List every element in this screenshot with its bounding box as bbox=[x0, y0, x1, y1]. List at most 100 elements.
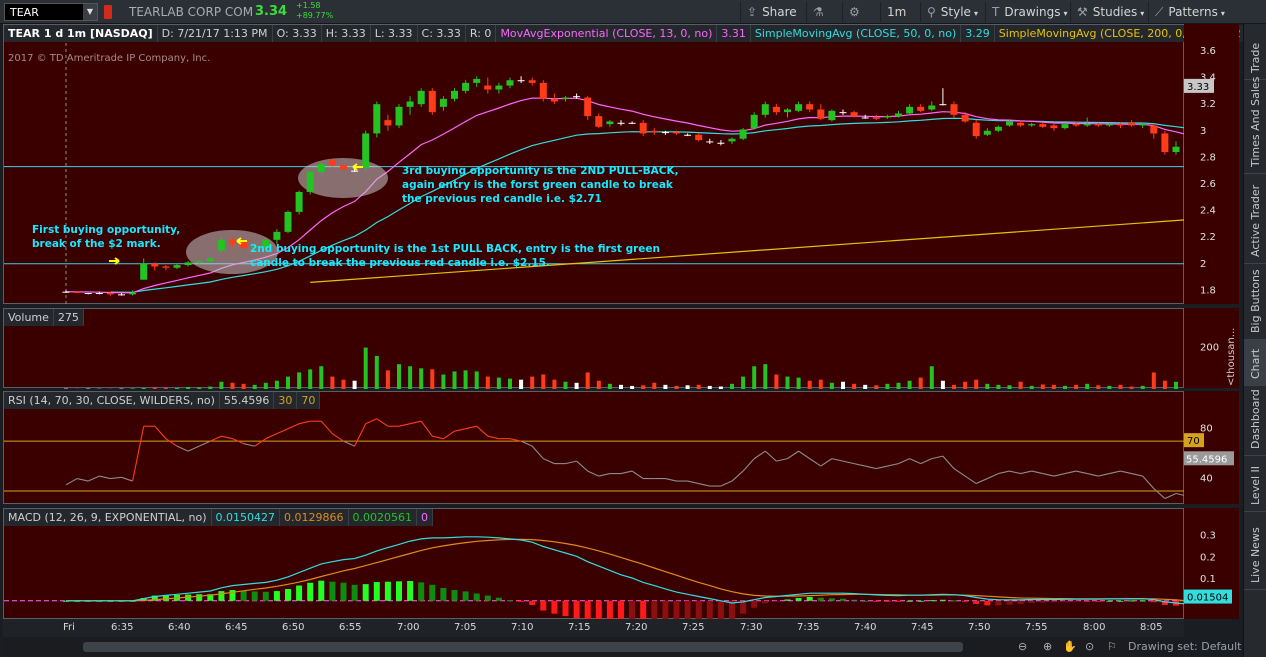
zoom-out-icon[interactable]: ⊖ bbox=[1018, 640, 1027, 653]
price-panel[interactable]: TEAR 1 d 1m [NASDAQ] D: 7/21/17 1:13 PM … bbox=[3, 24, 1246, 305]
macd-hist-bar bbox=[817, 597, 824, 601]
flag-icon[interactable] bbox=[104, 5, 112, 19]
chevron-down-icon: ▾ bbox=[1063, 9, 1068, 18]
side-tab-label: Trade bbox=[1249, 42, 1262, 73]
side-tab-times-and-sales[interactable]: Times And Sales bbox=[1244, 77, 1266, 174]
volume-bar bbox=[374, 355, 379, 389]
rsi-label[interactable]: RSI (14, 70, 30, CLOSE, WILDERS, no) bbox=[4, 392, 220, 409]
volume-chart[interactable] bbox=[4, 309, 1185, 389]
rsi-segment bbox=[975, 478, 988, 485]
price-axis[interactable]: 3.6 3.4 3.2 3 2.8 2.6 2.4 2.2 2 1.8 3.33 bbox=[1184, 24, 1239, 304]
rsi-segment bbox=[798, 450, 811, 460]
time-axis[interactable]: Fri 6:35 6:40 6:45 6:50 6:55 7:00 7:05 7:10 7:15 7… bbox=[3, 619, 1184, 637]
chevron-down-icon: ▾ bbox=[973, 9, 978, 18]
candle-body bbox=[162, 266, 170, 268]
candle-body bbox=[784, 109, 791, 113]
macd-hist-bar bbox=[551, 600, 558, 614]
flask-button[interactable]: ⚗ bbox=[806, 2, 838, 22]
side-tab-active-trader[interactable]: Active Trader bbox=[1244, 174, 1266, 264]
rsi-segment bbox=[465, 425, 477, 430]
macd-hist-bar bbox=[462, 591, 469, 601]
macd-panel[interactable]: MACD (12, 26, 9, EXPONENTIAL, no) 0.0150… bbox=[3, 508, 1185, 620]
side-tab-trade[interactable]: Trade bbox=[1244, 24, 1266, 80]
volume-bar bbox=[752, 366, 757, 389]
target-icon[interactable]: ⊙ bbox=[1085, 640, 1094, 653]
macd-hist-bar bbox=[717, 600, 724, 620]
volume-bar bbox=[274, 380, 279, 389]
candle-body bbox=[1094, 124, 1102, 126]
candle-body bbox=[839, 112, 847, 114]
rsi-axis[interactable]: 80 40 70 55.4596 bbox=[1184, 391, 1239, 504]
side-tab-big-buttons[interactable]: Big Buttons bbox=[1244, 264, 1266, 340]
rsi-segment bbox=[99, 475, 111, 480]
side-tab-chart[interactable]: Chart bbox=[1244, 340, 1266, 386]
rsi-segment bbox=[254, 438, 267, 447]
rsi-segment bbox=[1075, 470, 1088, 475]
macd-hist-bar bbox=[618, 600, 624, 620]
volume-bar bbox=[1107, 385, 1112, 389]
candle-body bbox=[717, 142, 725, 144]
macd-hist-bar bbox=[429, 584, 436, 601]
share-button[interactable]: ⇪ Share bbox=[740, 2, 803, 22]
side-tab-label: Active Trader bbox=[1249, 184, 1262, 257]
macd-label[interactable]: MACD (12, 26, 9, EXPONENTIAL, no) bbox=[4, 509, 212, 526]
candle-body bbox=[961, 114, 969, 122]
rsi-segment bbox=[332, 433, 344, 442]
candle-body bbox=[1128, 122, 1136, 126]
volume-bar bbox=[863, 384, 868, 389]
chart-title: TEAR 1 d 1m [NASDAQ] bbox=[4, 25, 158, 42]
patterns-button[interactable]: ⟋ Patterns ▾ bbox=[1148, 2, 1231, 22]
candle-body bbox=[428, 90, 436, 113]
pin-icon[interactable]: ⚐ bbox=[1107, 640, 1117, 653]
candle-body bbox=[550, 98, 558, 102]
zoom-in-icon[interactable]: ⊕ bbox=[1043, 640, 1052, 653]
candle-body bbox=[828, 110, 836, 121]
candle-body bbox=[362, 133, 370, 169]
candle-body bbox=[295, 191, 303, 212]
drawing-set-label[interactable]: Drawing set: Default bbox=[1128, 640, 1241, 653]
sma200-label[interactable]: SimpleMovingAvg (CLOSE, 200, 0, no) bbox=[995, 25, 1213, 42]
symbol-input[interactable]: TEAR ▼ bbox=[4, 3, 98, 21]
side-tab-dashboard[interactable]: Dashboard bbox=[1244, 386, 1266, 456]
timeframe-button[interactable]: 1m bbox=[880, 2, 912, 22]
macd-hist-bar bbox=[917, 600, 924, 602]
side-tab-live-news[interactable]: Live News bbox=[1244, 512, 1266, 590]
volume-bar bbox=[385, 370, 390, 389]
volume-bar bbox=[430, 369, 435, 389]
style-button[interactable]: ⚲ Style ▾ bbox=[920, 2, 984, 22]
candle-body bbox=[373, 104, 381, 134]
scroll-thumb[interactable] bbox=[83, 642, 963, 652]
rsi-segment bbox=[443, 430, 455, 440]
timeframe-label: 1m bbox=[887, 5, 907, 19]
macd-axis[interactable]: 0.3 0.2 0.1 0.01504 bbox=[1184, 508, 1239, 619]
settings-button[interactable]: ⚙ bbox=[842, 2, 874, 22]
rsi-segment bbox=[620, 470, 633, 475]
macd-hist-bar bbox=[584, 600, 591, 620]
studies-button[interactable]: ⚒ Studies ▾ bbox=[1070, 2, 1150, 22]
rsi-axis-scale: 80 40 70 55.4596 bbox=[1184, 424, 1234, 485]
symbol-dropdown-icon[interactable]: ▼ bbox=[83, 4, 97, 20]
volume-bar bbox=[1007, 385, 1012, 389]
volume-bar bbox=[163, 387, 168, 389]
rsi-panel[interactable]: RSI (14, 70, 30, CLOSE, WILDERS, no) 55.… bbox=[3, 391, 1185, 504]
rsi-segment bbox=[665, 478, 677, 482]
hand-icon[interactable]: ✋ bbox=[1063, 640, 1077, 653]
volume-label[interactable]: Volume bbox=[4, 309, 54, 326]
macd-hist-bar bbox=[751, 600, 758, 608]
candle-body bbox=[140, 263, 148, 280]
ema-label[interactable]: MovAvgExponential (CLOSE, 13, 0, no) bbox=[496, 25, 718, 42]
volume-bar bbox=[552, 379, 557, 389]
macd-hist-bar bbox=[651, 600, 658, 620]
volume-axis[interactable]: 200 <thousan... bbox=[1184, 308, 1239, 388]
rsi-segment bbox=[543, 458, 555, 465]
side-tab-level-ii[interactable]: Level II bbox=[1244, 456, 1266, 512]
macd-hist-bar bbox=[884, 600, 891, 602]
sma50-label[interactable]: SimpleMovingAvg (CLOSE, 50, 0, no) bbox=[751, 25, 962, 42]
drawings-button[interactable]: T Drawings ▾ bbox=[985, 2, 1074, 22]
last-price: 3.34 bbox=[255, 4, 288, 19]
rsi-segment bbox=[720, 480, 733, 487]
style-icon: ⚲ bbox=[927, 5, 936, 19]
volume-panel[interactable]: Volume 275 bbox=[3, 308, 1185, 389]
side-tab-label: Dashboard bbox=[1249, 389, 1262, 449]
chart-scrollbar[interactable]: ⊖ ⊕ ✋ ⊙ ⚐ bbox=[3, 637, 1184, 657]
